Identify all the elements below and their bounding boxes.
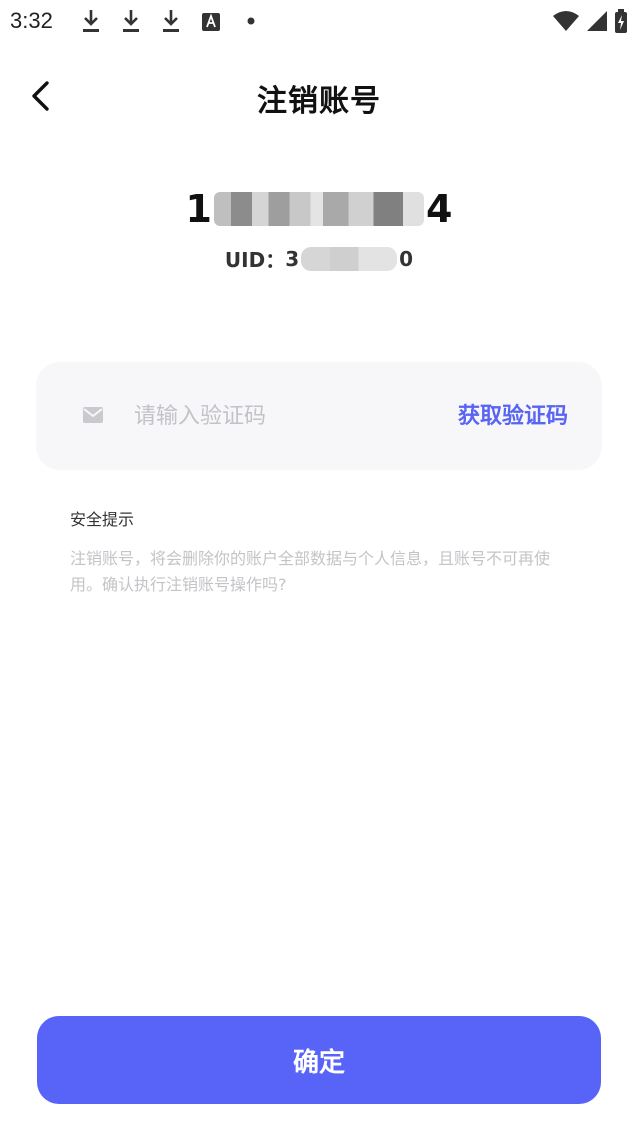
uid-suffix: 0 [399, 246, 414, 271]
get-code-button[interactable]: 获取验证码 [458, 398, 568, 430]
download-icon [163, 10, 179, 32]
account-uid: UID： 3 0 [225, 244, 413, 273]
uid-mosaic [301, 246, 398, 271]
download-icon [83, 10, 99, 32]
status-system [552, 8, 628, 34]
mail-icon [83, 407, 103, 423]
uid-label: UID： [224, 248, 286, 272]
account-info: 1 4 UID： 3 0 [0, 184, 638, 273]
notice-text: 注销账号，将会删除你的账户全部数据与个人信息，且账号不可再使用。确认执行注销账号… [70, 549, 551, 594]
download-icon [123, 10, 139, 32]
phone-suffix: 4 [426, 187, 453, 231]
nav-bar: 注销账号 [0, 60, 638, 134]
translate-icon [202, 13, 220, 31]
uid-prefix: 3 [285, 246, 300, 271]
verification-code-input[interactable] [132, 392, 426, 440]
phone-mosaic [214, 192, 424, 226]
battery-icon [615, 9, 627, 33]
signal-icon [587, 11, 607, 31]
dot-icon [247, 17, 255, 25]
status-notifications [80, 8, 262, 34]
confirm-button[interactable]: 确定 [37, 1016, 601, 1104]
phone-prefix: 1 [185, 187, 212, 231]
security-notice: 安全提示 注销账号，将会删除你的账户全部数据与个人信息，且账号不可再使用。确认执… [70, 506, 580, 598]
account-phone: 1 4 [186, 184, 453, 234]
notice-title: 安全提示 [70, 510, 135, 529]
status-time: 3:32 [10, 8, 53, 33]
verification-card: 获取验证码 [36, 362, 602, 470]
status-bar: 3:32 [0, 0, 638, 44]
page-title: 注销账号 [257, 84, 381, 119]
wifi-icon [553, 11, 579, 31]
